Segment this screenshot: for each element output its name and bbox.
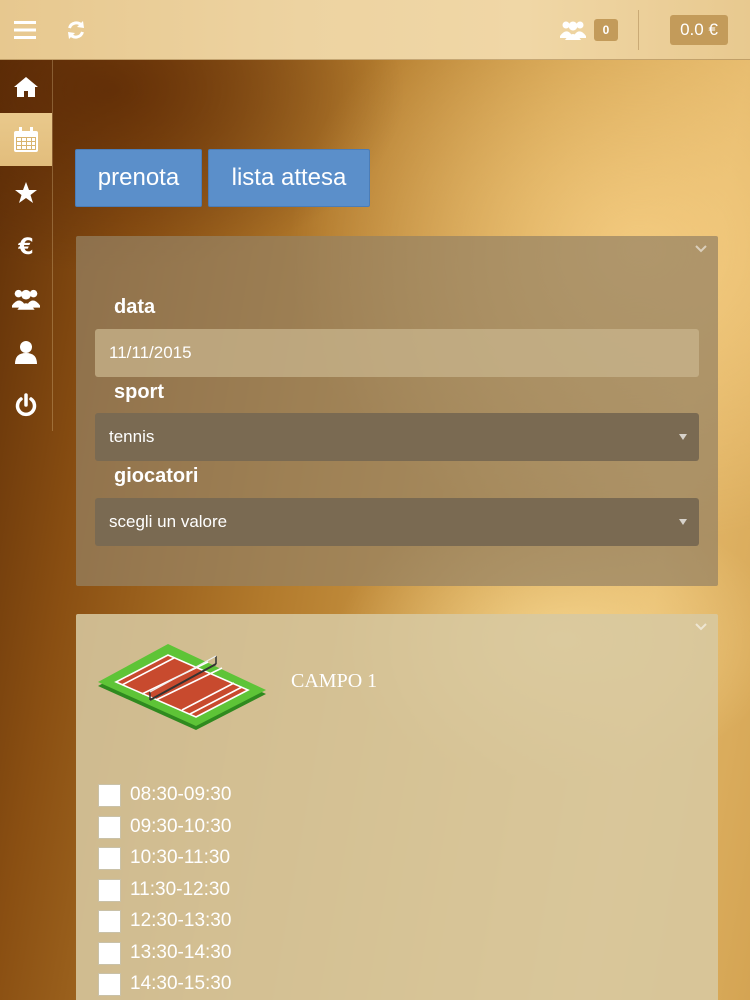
credit-badge[interactable]: 0.0 €: [670, 15, 728, 45]
users-icon: [560, 21, 586, 40]
users-counter[interactable]: 0: [560, 0, 632, 60]
time-slot[interactable]: 10:30-11:30: [98, 845, 230, 871]
sport-label: sport: [114, 381, 164, 403]
time-slot[interactable]: 12:30-13:30: [98, 908, 231, 934]
sidebar-item-calendar[interactable]: [0, 113, 52, 166]
slot-checkbox[interactable]: [98, 941, 121, 965]
slot-label: 08:30-09:30: [130, 784, 232, 805]
tennis-court-icon: [98, 644, 266, 730]
time-slot[interactable]: 14:30-15:30: [98, 971, 231, 997]
slot-checkbox[interactable]: [98, 972, 121, 996]
refresh-icon: [68, 21, 84, 39]
date-value: 11/11/2015: [109, 343, 192, 362]
players-label: giocatori: [114, 465, 199, 487]
euro-icon: €: [17, 235, 33, 258]
slot-label: 12:30-13:30: [130, 910, 232, 931]
booking-form-panel: data 11/11/2015 sport tennis giocatori s…: [76, 236, 718, 586]
users-icon: [12, 289, 40, 310]
date-field[interactable]: 11/11/2015: [95, 329, 699, 377]
sport-value: tennis: [109, 427, 155, 446]
topbar-divider: [638, 10, 639, 50]
sidebar-item-favorites[interactable]: [0, 166, 52, 219]
slot-label: 11:30-12:30: [130, 879, 231, 900]
slot-checkbox[interactable]: [98, 783, 121, 807]
date-label: data: [114, 296, 156, 318]
refresh-button[interactable]: [56, 0, 96, 60]
slot-checkbox[interactable]: [98, 846, 121, 870]
sidebar-item-profile[interactable]: [0, 325, 52, 378]
hamburger-menu-icon: [14, 21, 36, 39]
menu-button[interactable]: [0, 0, 50, 60]
sidebar-item-logout[interactable]: [0, 378, 52, 431]
time-slot[interactable]: 09:30-10:30: [98, 814, 231, 840]
user-icon: [15, 340, 37, 364]
home-icon: [14, 76, 38, 97]
players-select[interactable]: scegli un valore: [95, 498, 699, 546]
star-icon: [15, 181, 37, 203]
court-name: CAMPO 1: [291, 670, 378, 692]
time-slot[interactable]: 08:30-09:30: [98, 782, 231, 808]
caret-down-icon: [679, 434, 687, 440]
slot-label: 13:30-14:30: [130, 942, 232, 963]
power-icon: [15, 392, 37, 416]
slot-checkbox[interactable]: [98, 909, 121, 933]
slot-checkbox[interactable]: [98, 815, 121, 839]
slot-label: 09:30-10:30: [130, 816, 232, 837]
slot-checkbox[interactable]: [98, 878, 121, 902]
chevron-down-icon[interactable]: [694, 242, 708, 256]
time-slot[interactable]: 13:30-14:30: [98, 940, 231, 966]
users-count-badge: 0: [594, 19, 618, 41]
sidebar-item-payments[interactable]: €: [0, 219, 52, 272]
time-slot[interactable]: 11:30-12:30: [98, 877, 230, 903]
court-panel: CAMPO 1 08:30-09:30 09:30-10:30 10:30-11…: [76, 614, 718, 1000]
sport-select[interactable]: tennis: [95, 413, 699, 461]
lista-attesa-button[interactable]: lista attesa: [208, 149, 370, 207]
players-value: scegli un valore: [109, 512, 228, 531]
top-bar: 0 0.0 €: [0, 0, 750, 60]
slot-label: 10:30-11:30: [130, 847, 231, 868]
caret-down-icon: [679, 519, 687, 525]
prenota-button[interactable]: prenota: [75, 149, 202, 207]
chevron-down-icon[interactable]: [694, 620, 708, 634]
calendar-icon: [14, 126, 38, 152]
svg-text:€: €: [17, 235, 33, 258]
sidebar-item-home[interactable]: [0, 60, 52, 113]
slot-label: 14:30-15:30: [130, 973, 232, 994]
sidebar: €: [0, 60, 53, 431]
sidebar-item-groups[interactable]: [0, 272, 52, 325]
